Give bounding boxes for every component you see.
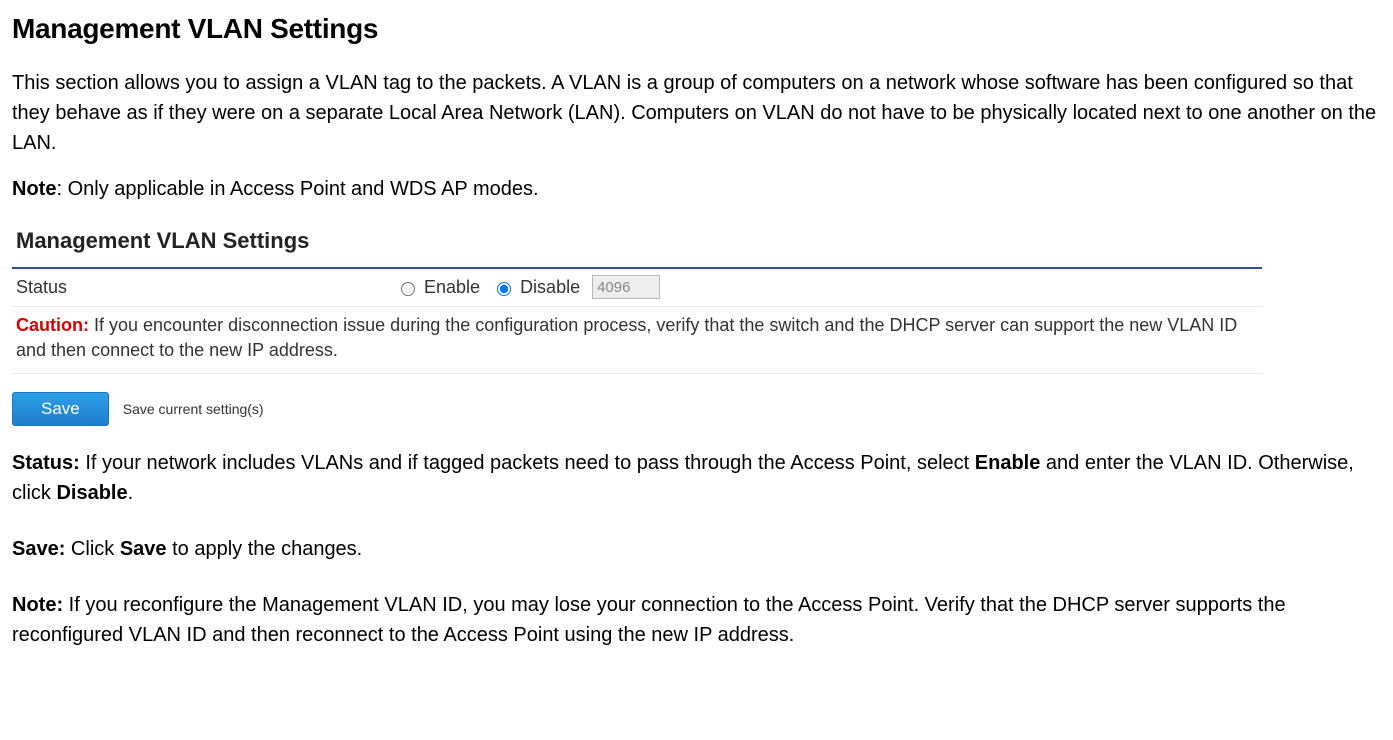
save-desc-label: Save: xyxy=(12,538,65,560)
status-desc-text-1: If your network includes VLANs and if ta… xyxy=(80,452,975,474)
caution-row: Caution: If you encounter disconnection … xyxy=(12,307,1262,374)
note-paragraph: Note: Only applicable in Access Point an… xyxy=(12,174,1381,204)
note2-text: If you reconfigure the Management VLAN I… xyxy=(12,594,1286,646)
note2-label: Note: xyxy=(12,594,63,616)
enable-radio[interactable] xyxy=(401,282,415,296)
save-desc-text-2: to apply the changes. xyxy=(167,538,363,560)
status-desc-label: Status: xyxy=(12,452,80,474)
status-description: Status: If your network includes VLANs a… xyxy=(12,448,1381,508)
status-desc-bold-2: Disable xyxy=(56,482,127,504)
enable-option[interactable]: Enable xyxy=(396,275,480,300)
settings-panel-screenshot: Management VLAN Settings Status Enable D… xyxy=(12,220,1262,426)
save-hint: Save current setting(s) xyxy=(123,400,264,420)
note-text: : Only applicable in Access Point and WD… xyxy=(56,178,538,200)
status-row: Status Enable Disable xyxy=(12,269,1262,307)
status-desc-bold-1: Enable xyxy=(975,452,1041,474)
caution-label: Caution: xyxy=(16,315,89,335)
save-button[interactable]: Save xyxy=(12,392,109,426)
note2-description: Note: If you reconfigure the Management … xyxy=(12,590,1381,650)
disable-label: Disable xyxy=(520,275,580,300)
save-desc-text-1: Click xyxy=(65,538,119,560)
save-description: Save: Click Save to apply the changes. xyxy=(12,534,1381,564)
vlan-id-input[interactable] xyxy=(592,275,660,299)
intro-paragraph: This section allows you to assign a VLAN… xyxy=(12,68,1381,158)
page-title: Management VLAN Settings xyxy=(12,8,1381,50)
disable-option[interactable]: Disable xyxy=(492,275,580,300)
status-label: Status xyxy=(16,275,396,300)
save-row: Save Save current setting(s) xyxy=(12,392,1262,426)
caution-text: If you encounter disconnection issue dur… xyxy=(16,315,1237,360)
note-label: Note xyxy=(12,178,56,200)
disable-radio[interactable] xyxy=(497,282,511,296)
panel-heading: Management VLAN Settings xyxy=(12,220,1262,263)
status-desc-text-3: . xyxy=(128,482,134,504)
save-desc-bold-1: Save xyxy=(120,538,167,560)
enable-label: Enable xyxy=(424,275,480,300)
